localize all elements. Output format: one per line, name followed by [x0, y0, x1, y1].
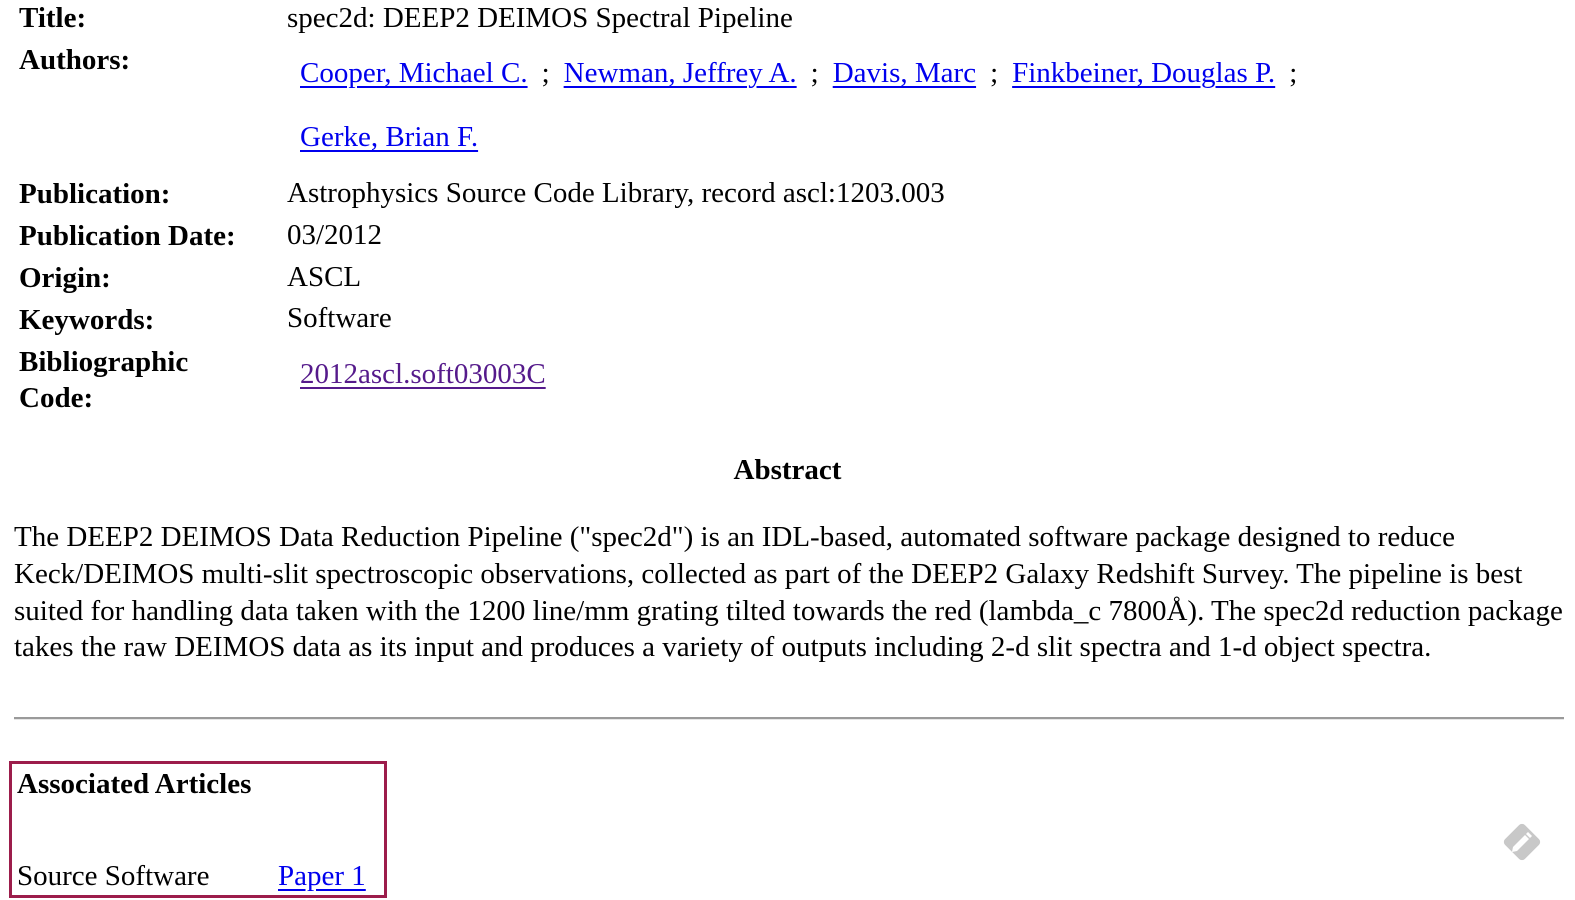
author-link[interactable]: Finkbeiner, Douglas P.	[1012, 57, 1275, 89]
title-label: Title:	[19, 2, 87, 34]
origin-label: Origin:	[19, 262, 111, 294]
associated-articles-heading: Associated Articles	[17, 768, 252, 800]
abstract-heading: Abstract	[733, 454, 842, 486]
associated-article-type: Source Software	[17, 860, 210, 892]
authors-list-line-2: Gerke, Brian F.	[300, 119, 478, 155]
publication-date-value: 03/2012	[287, 219, 383, 251]
title-value: spec2d: DEEP2 DEIMOS Spectral Pipeline	[287, 2, 793, 34]
associated-article-link-container: Paper 1	[278, 858, 366, 894]
author-link[interactable]: Davis, Marc	[833, 57, 976, 89]
bibcode-link[interactable]: 2012ascl.soft03003C	[300, 358, 546, 390]
publication-label: Publication:	[19, 178, 171, 210]
author-separator: ;	[990, 57, 999, 89]
author-separator: ;	[810, 57, 819, 89]
associated-articles-box: Associated Articles Source Software Pape…	[9, 761, 387, 898]
abstract-text: The DEEP2 DEIMOS Data Reduction Pipeline…	[14, 521, 1563, 664]
bibcode-label-line-1: Bibliographic	[19, 346, 189, 378]
authors-label: Authors:	[19, 44, 131, 76]
author-link[interactable]: Cooper, Michael C.	[300, 57, 528, 89]
bibcode-value-container: 2012ascl.soft03003C	[300, 356, 546, 392]
author-separator: ;	[541, 57, 550, 89]
authors-list-line-1: Cooper, Michael C.; Newman, Jeffrey A.; Da…	[300, 55, 1311, 91]
author-link[interactable]: Gerke, Brian F.	[300, 121, 478, 153]
author-link[interactable]: Newman, Jeffrey A.	[564, 57, 797, 89]
section-divider	[14, 717, 1564, 720]
pencil-edit-icon[interactable]	[1498, 818, 1546, 866]
keywords-value: Software	[287, 302, 392, 334]
ads-abstract-page: Title: spec2d: DEEP2 DEIMOS Spectral Pip…	[0, 0, 1575, 900]
bibcode-label-line-2: Code:	[19, 382, 94, 414]
keywords-label: Keywords:	[19, 304, 155, 336]
origin-value: ASCL	[287, 261, 362, 293]
publication-date-label: Publication Date:	[19, 220, 236, 252]
paper-1-link[interactable]: Paper 1	[278, 860, 366, 892]
publication-value: Astrophysics Source Code Library, record…	[287, 177, 945, 209]
author-separator: ;	[1289, 57, 1298, 89]
